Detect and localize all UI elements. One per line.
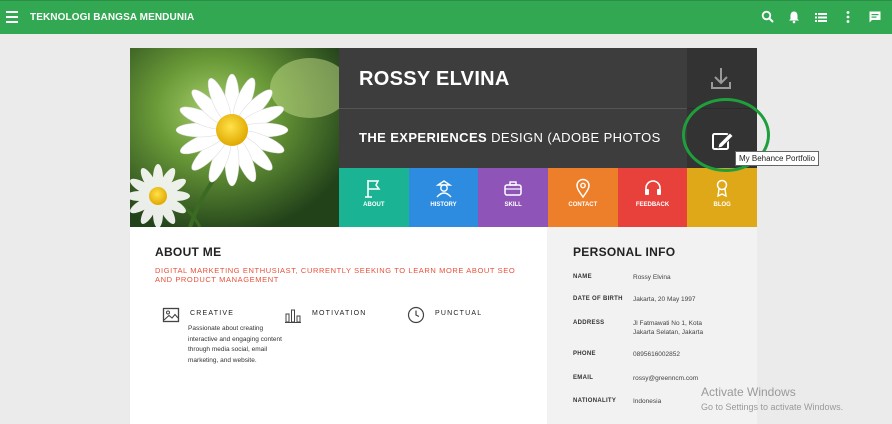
- top-app-bar: TEKNOLOGI BANGSA MENDUNIA: [0, 0, 892, 34]
- info-value: Jl Fatmawati No 1, Kota Jakarta Selatan,…: [633, 320, 704, 336]
- profile-name: ROSSY ELVINA: [359, 68, 510, 90]
- header-divider: [339, 108, 687, 109]
- map-pin-icon: [576, 178, 590, 199]
- info-key: DATE OF BIRTH: [573, 296, 623, 302]
- profile-card: ROSSY ELVINA THE EXPERIENCES DESIGN (ADO…: [130, 48, 758, 424]
- info-value: Rossy Elvina: [633, 274, 671, 281]
- tile-label: BLOG: [713, 202, 731, 208]
- profile-photo: [130, 48, 340, 227]
- about-title: ABOUT ME: [155, 245, 222, 259]
- flag-icon: [364, 180, 381, 198]
- daisy-photo: [130, 48, 340, 227]
- tile-feedback[interactable]: FEEDBACK: [617, 168, 688, 227]
- info-key: NATIONALITY: [573, 398, 617, 404]
- info-value: Jakarta, 20 May 1997: [633, 296, 696, 303]
- tile-label: FEEDBACK: [635, 202, 670, 208]
- chat-icon[interactable]: [868, 10, 882, 24]
- personal-info-title: PERSONAL INFO: [573, 245, 676, 259]
- windows-watermark-subtitle: Go to Settings to activate Windows.: [701, 402, 844, 412]
- tile-label: CONTACT: [568, 202, 598, 208]
- search-icon[interactable]: [761, 10, 775, 24]
- list-icon[interactable]: [814, 10, 828, 24]
- info-key: PHONE: [573, 351, 596, 357]
- download-icon[interactable]: [701, 60, 741, 96]
- behance-tooltip: My Behance Portfolio: [735, 151, 820, 166]
- app-title: TEKNOLOGI BANGSA MENDUNIA: [30, 12, 195, 23]
- info-value: 0895616002852: [633, 351, 680, 358]
- nav-tiles: ABOUT HISTORY SKILL CONTACT FEEDBACK BLO…: [339, 168, 758, 227]
- tile-contact[interactable]: CONTACT: [548, 168, 618, 227]
- briefcase-icon: [504, 181, 522, 196]
- tile-blog[interactable]: BLOG: [687, 168, 758, 227]
- tile-about[interactable]: ABOUT: [339, 168, 409, 227]
- trait-name: MOTIVATION: [312, 310, 367, 317]
- tile-skill[interactable]: SKILL: [478, 168, 549, 227]
- headline-rest: DESIGN (ADOBE PHOTOS: [487, 130, 661, 145]
- windows-watermark-title: Activate Windows: [701, 385, 796, 399]
- profile-headline: THE EXPERIENCES DESIGN (ADOBE PHOTOS: [359, 130, 661, 145]
- tile-label: HISTORY: [430, 202, 457, 208]
- bar-chart-icon: [285, 309, 301, 323]
- headset-icon: [644, 180, 661, 195]
- image-icon: [162, 307, 180, 323]
- headline-bold: THE EXPERIENCES: [359, 130, 488, 145]
- clock-icon: [407, 306, 425, 324]
- about-tagline: DIGITAL MARKETING ENTHUSIAST, CURRENTLY …: [155, 266, 516, 284]
- tile-label: ABOUT: [363, 202, 385, 208]
- menu-icon[interactable]: [6, 11, 18, 23]
- tile-label: SKILL: [504, 202, 522, 208]
- info-key: NAME: [573, 274, 592, 280]
- bell-icon[interactable]: [787, 10, 801, 24]
- info-key: EMAIL: [573, 375, 594, 381]
- info-value: rossy@greenncm.com: [633, 375, 699, 382]
- creative-description: Passionate about creating interactive an…: [188, 325, 282, 364]
- award-icon: [716, 179, 728, 198]
- tile-history[interactable]: HISTORY: [408, 168, 479, 227]
- more-vertical-icon[interactable]: [841, 10, 855, 24]
- info-key: ADDRESS: [573, 320, 605, 326]
- person-icon: [435, 180, 452, 198]
- trait-name: CREATIVE: [190, 310, 235, 317]
- trait-name: PUNCTUAL: [435, 310, 483, 317]
